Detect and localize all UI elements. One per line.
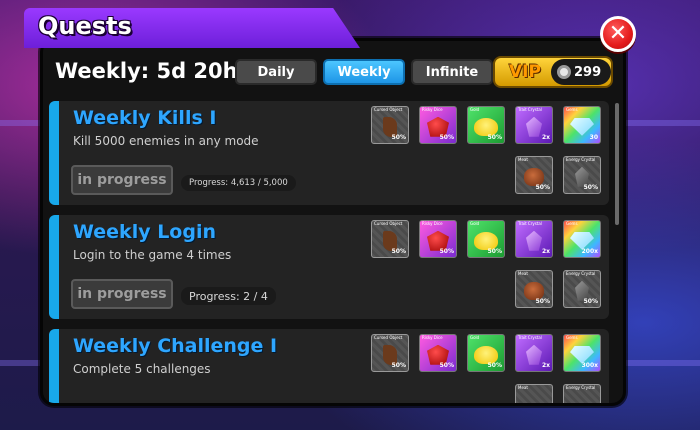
reward-amount: 2x <box>541 248 550 255</box>
reward-amount: 50% <box>535 184 550 191</box>
quest-description: Kill 5000 enemies in any mode <box>73 134 259 148</box>
reward-amount: 50% <box>583 298 598 305</box>
reward-gold[interactable]: Gold 50% <box>467 106 505 144</box>
reward-cursed-object[interactable]: Cursed Object 50% <box>371 334 409 372</box>
in-progress-button[interactable]: in progress <box>71 165 173 195</box>
quest-accent <box>49 215 59 319</box>
coin-balance: 299 <box>551 59 611 85</box>
reward-label: Cursed Object <box>374 107 403 112</box>
reward-label: Gems <box>566 221 578 226</box>
reward-label: Cursed Object <box>374 221 403 226</box>
reward-label: Risky Dice <box>422 335 443 340</box>
reward-energy-crystal[interactable]: Energy Crystal <box>563 384 601 403</box>
reward-amount: 30 <box>589 134 598 141</box>
reward-gems[interactable]: Gems 30 <box>563 106 601 144</box>
reward-label: Gold <box>470 107 480 112</box>
reward-label: Energy Crystal <box>566 385 596 390</box>
trait-crystal-icon <box>526 116 542 137</box>
reward-label: Risky Dice <box>422 107 443 112</box>
vip-label: VIP <box>509 62 541 82</box>
reward-label: Trait Crystal <box>518 221 542 226</box>
reward-amount: 300x <box>581 362 598 369</box>
reward-label: Energy Crystal <box>566 271 596 276</box>
tab-weekly[interactable]: Weekly <box>323 59 405 85</box>
vip-button[interactable]: VIP 299 <box>493 56 613 88</box>
progress-text: Progress: 4,613 / 5,000 <box>181 175 296 191</box>
reward-label: Gold <box>470 335 480 340</box>
quest-tabs: Daily Weekly Infinite <box>235 59 493 85</box>
reward-label: Cursed Object <box>374 335 403 340</box>
quest-list: Weekly Kills I Kill 5000 enemies in any … <box>49 101 611 403</box>
quest-accent <box>49 329 59 403</box>
reward-risky-dice[interactable]: Risky Dice 50% <box>419 334 457 372</box>
coin-icon <box>557 65 571 79</box>
quest-accent <box>49 101 59 205</box>
close-button[interactable]: ✕ <box>600 16 636 52</box>
quest-title: Weekly Login <box>73 221 217 243</box>
reward-amount: 50% <box>391 134 406 141</box>
reward-gems[interactable]: Gems 300x <box>563 334 601 372</box>
quest-description: Login to the game 4 times <box>73 248 232 262</box>
quest-title: Weekly Kills I <box>73 107 217 129</box>
tab-infinite[interactable]: Infinite <box>411 59 493 85</box>
quest-card: Weekly Login Login to the game 4 times i… <box>49 215 609 319</box>
reward-trait-crystal[interactable]: Trait Crystal 2x <box>515 220 553 258</box>
trait-crystal-icon <box>526 344 542 365</box>
reward-amount: 50% <box>535 298 550 305</box>
reward-amount: 50% <box>487 248 502 255</box>
page-title: Quests <box>38 12 132 40</box>
reward-amount: 50% <box>439 248 454 255</box>
reward-label: Risky Dice <box>422 221 443 226</box>
reward-label: Gems <box>566 335 578 340</box>
close-icon: ✕ <box>608 21 628 46</box>
quest-description: Complete 5 challenges <box>73 362 211 376</box>
trait-crystal-icon <box>526 230 542 251</box>
reward-meat[interactable]: Meat <box>515 384 553 403</box>
reward-energy-crystal[interactable]: Energy Crystal 50% <box>563 270 601 308</box>
reward-amount: 2x <box>541 134 550 141</box>
reward-cursed-object[interactable]: Cursed Object 50% <box>371 106 409 144</box>
reward-amount: 2x <box>541 362 550 369</box>
reward-amount: 50% <box>487 362 502 369</box>
reward-gold[interactable]: Gold 50% <box>467 334 505 372</box>
reward-gold[interactable]: Gold 50% <box>467 220 505 258</box>
quest-card: Weekly Challenge I Complete 5 challenges… <box>49 329 609 403</box>
reward-meat[interactable]: Meat 50% <box>515 156 553 194</box>
quest-card: Weekly Kills I Kill 5000 enemies in any … <box>49 101 609 205</box>
reward-label: Gems <box>566 107 578 112</box>
reward-amount: 50% <box>583 184 598 191</box>
reward-amount: 50% <box>487 134 502 141</box>
weekly-timer: Weekly: 5d 20h <box>55 59 238 83</box>
reward-amount: 50% <box>439 362 454 369</box>
reward-risky-dice[interactable]: Risky Dice 50% <box>419 106 457 144</box>
coin-count: 299 <box>574 64 602 80</box>
reward-label: Gold <box>470 221 480 226</box>
reward-label: Meat <box>518 385 528 390</box>
reward-risky-dice[interactable]: Risky Dice 50% <box>419 220 457 258</box>
reward-cursed-object[interactable]: Cursed Object 50% <box>371 220 409 258</box>
reward-label: Meat <box>518 271 528 276</box>
reward-meat[interactable]: Meat 50% <box>515 270 553 308</box>
quest-title: Weekly Challenge I <box>73 335 278 357</box>
in-progress-button[interactable]: in progress <box>71 279 173 309</box>
reward-label: Meat <box>518 157 528 162</box>
quests-panel: Weekly: 5d 20h Daily Weekly Infinite VIP… <box>40 38 626 406</box>
quest-list-scrollbar[interactable] <box>615 103 619 225</box>
reward-trait-crystal[interactable]: Trait Crystal 2x <box>515 106 553 144</box>
reward-amount: 50% <box>439 134 454 141</box>
progress-text: Progress: 2 / 4 <box>181 287 276 305</box>
tab-daily[interactable]: Daily <box>235 59 317 85</box>
reward-label: Energy Crystal <box>566 157 596 162</box>
reward-gems[interactable]: Gems 200x <box>563 220 601 258</box>
reward-energy-crystal[interactable]: Energy Crystal 50% <box>563 156 601 194</box>
reward-amount: 200x <box>581 248 598 255</box>
reward-amount: 50% <box>391 248 406 255</box>
reward-amount: 50% <box>391 362 406 369</box>
reward-label: Trait Crystal <box>518 335 542 340</box>
reward-label: Trait Crystal <box>518 107 542 112</box>
reward-trait-crystal[interactable]: Trait Crystal 2x <box>515 334 553 372</box>
